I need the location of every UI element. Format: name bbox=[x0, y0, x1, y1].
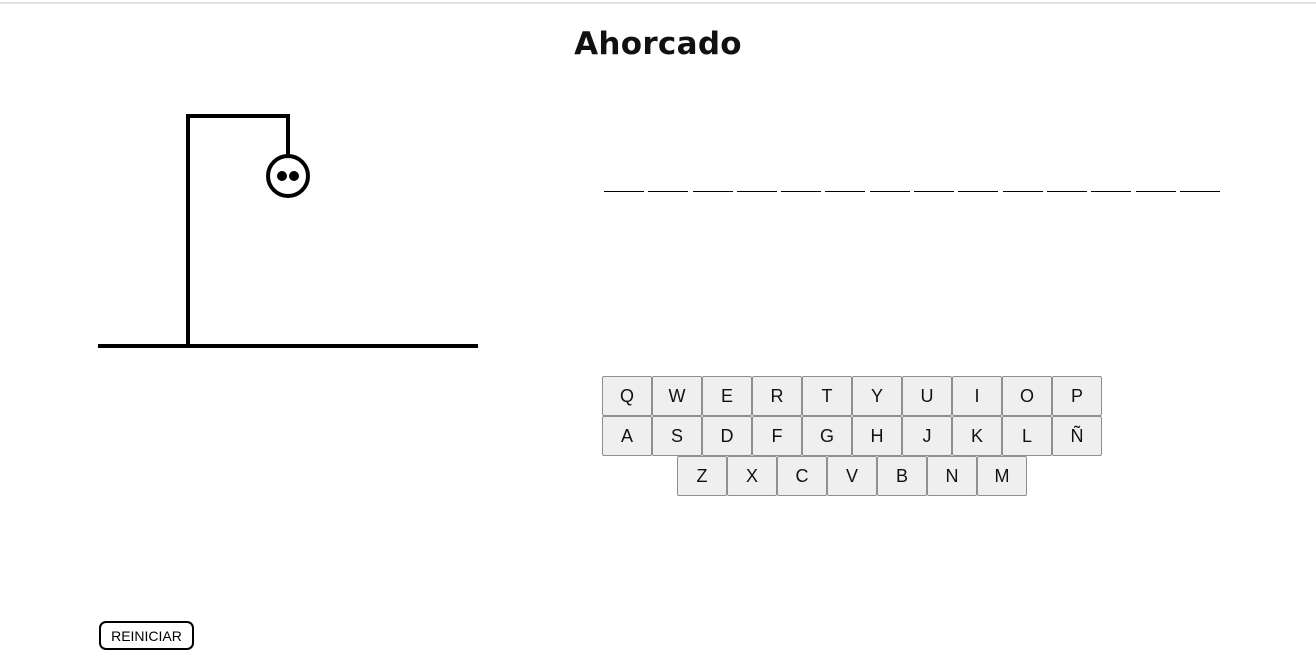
letter-slot bbox=[869, 191, 910, 192]
key-g[interactable]: G bbox=[802, 416, 852, 456]
key-d[interactable]: D bbox=[702, 416, 752, 456]
letter-keyboard: QWERTYUIOPASDFGHJKLÑZXCVBNM bbox=[602, 376, 1102, 496]
key-k[interactable]: K bbox=[952, 416, 1002, 456]
key-s[interactable]: S bbox=[652, 416, 702, 456]
key-i[interactable]: I bbox=[952, 376, 1002, 416]
letter-slot bbox=[825, 191, 866, 192]
letter-slot bbox=[1135, 191, 1176, 192]
letter-slot bbox=[692, 191, 733, 192]
letter-slot bbox=[1179, 191, 1220, 192]
key-m[interactable]: M bbox=[977, 456, 1027, 496]
key-z[interactable]: Z bbox=[677, 456, 727, 496]
letter-slot bbox=[1002, 191, 1043, 192]
keyboard-row: ASDFGHJKLÑ bbox=[602, 416, 1102, 456]
hangman-drawing bbox=[98, 114, 478, 348]
key-j[interactable]: J bbox=[902, 416, 952, 456]
key-ñ[interactable]: Ñ bbox=[1052, 416, 1102, 456]
key-u[interactable]: U bbox=[902, 376, 952, 416]
top-divider bbox=[0, 2, 1316, 4]
key-f[interactable]: F bbox=[752, 416, 802, 456]
key-v[interactable]: V bbox=[827, 456, 877, 496]
letter-slot bbox=[958, 191, 999, 192]
letter-slot bbox=[736, 191, 777, 192]
hangman-right-eye bbox=[289, 171, 299, 181]
letter-slot bbox=[648, 191, 689, 192]
key-n[interactable]: N bbox=[927, 456, 977, 496]
letter-slot bbox=[1091, 191, 1132, 192]
keyboard-row: ZXCVBNM bbox=[602, 456, 1102, 496]
word-slots bbox=[604, 191, 1224, 192]
key-c[interactable]: C bbox=[777, 456, 827, 496]
key-h[interactable]: H bbox=[852, 416, 902, 456]
key-o[interactable]: O bbox=[1002, 376, 1052, 416]
letter-slot bbox=[604, 191, 644, 192]
key-w[interactable]: W bbox=[652, 376, 702, 416]
key-y[interactable]: Y bbox=[852, 376, 902, 416]
keyboard-row: QWERTYUIOP bbox=[602, 376, 1102, 416]
key-l[interactable]: L bbox=[1002, 416, 1052, 456]
page-title: Ahorcado bbox=[574, 26, 742, 62]
reset-button[interactable]: REINICIAR bbox=[99, 621, 194, 650]
hangman-left-eye bbox=[277, 171, 287, 181]
key-b[interactable]: B bbox=[877, 456, 927, 496]
letter-slot bbox=[1046, 191, 1087, 192]
key-e[interactable]: E bbox=[702, 376, 752, 416]
key-q[interactable]: Q bbox=[602, 376, 652, 416]
key-x[interactable]: X bbox=[727, 456, 777, 496]
key-a[interactable]: A bbox=[602, 416, 652, 456]
letter-slot bbox=[914, 191, 955, 192]
key-p[interactable]: P bbox=[1052, 376, 1102, 416]
key-t[interactable]: T bbox=[802, 376, 852, 416]
key-r[interactable]: R bbox=[752, 376, 802, 416]
letter-slot bbox=[781, 191, 822, 192]
hangman-head bbox=[266, 154, 310, 198]
